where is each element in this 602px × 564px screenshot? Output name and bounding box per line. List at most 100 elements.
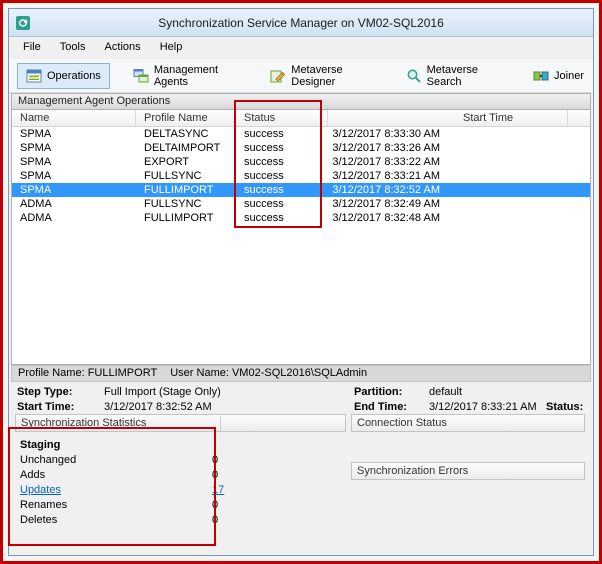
- management-agents-icon: [133, 68, 149, 84]
- table-row[interactable]: SPMA DELTASYNC success 3/12/2017 8:33:30…: [12, 127, 590, 141]
- synchronization-errors-title: Synchronization Errors: [357, 465, 469, 477]
- section-header-management-agent-operations: Management Agent Operations: [11, 93, 591, 110]
- cell-name: ADMA: [20, 198, 52, 210]
- cell-status: success: [244, 170, 284, 182]
- cell-profile: FULLSYNC: [144, 170, 202, 182]
- cell-profile: FULLSYNC: [144, 198, 202, 210]
- end-time-label: End Time:: [354, 401, 407, 413]
- table-row[interactable]: ADMA FULLSYNC success 3/12/2017 8:32:49 …: [12, 197, 590, 211]
- stat-value: 0: [212, 469, 219, 481]
- cell-status: success: [244, 212, 284, 224]
- cell-name: SPMA: [20, 142, 52, 154]
- statistics-panel-header: Synchronization Statistics: [15, 414, 346, 432]
- connection-status-panel: Connection Status Synchronization Errors: [351, 414, 585, 559]
- step-type-label: Step Type:: [17, 386, 73, 398]
- cell-profile: DELTASYNC: [144, 128, 209, 140]
- cell-profile: EXPORT: [144, 156, 190, 168]
- stat-row-unchanged: Unchanged 0: [15, 453, 346, 468]
- step-type-value: Full Import (Stage Only): [104, 386, 221, 398]
- menu-actions[interactable]: Actions: [97, 37, 149, 56]
- app-icon: [15, 15, 31, 31]
- stat-label: Adds: [20, 469, 46, 481]
- table-row[interactable]: SPMA FULLSYNC success 3/12/2017 8:33:21 …: [12, 169, 590, 183]
- cell-start: 3/12/2017 8:32:52 AM: [332, 184, 440, 196]
- updates-link[interactable]: Updates: [20, 484, 61, 496]
- partition-label: Partition:: [354, 386, 403, 398]
- toolbar-button-label: Metaverse Designer: [291, 63, 343, 88]
- app-window: Synchronization Service Manager on VM02-…: [8, 8, 594, 556]
- toolbar-button-metaverse-search[interactable]: Metaverse Search: [397, 59, 510, 93]
- cell-profile: FULLIMPORT: [144, 212, 214, 224]
- cell-name: SPMA: [20, 128, 52, 140]
- stat-row-updates: Updates 17: [15, 483, 346, 498]
- column-header-filler: [568, 110, 590, 126]
- cell-status: success: [244, 142, 284, 154]
- operations-icon: [26, 68, 42, 84]
- column-header-status[interactable]: Status: [236, 110, 328, 126]
- start-time-value: 3/12/2017 8:32:52 AM: [104, 401, 212, 413]
- grid-body: SPMA DELTASYNC success 3/12/2017 8:33:30…: [12, 127, 590, 225]
- operations-grid: Name Profile Name Status Start Time SPMA…: [11, 110, 591, 365]
- column-header-profile-name[interactable]: Profile Name: [136, 110, 236, 126]
- cell-start: 3/12/2017 8:32:48 AM: [332, 212, 440, 224]
- connection-status-title: Connection Status: [357, 417, 447, 429]
- stat-value: 0: [212, 514, 219, 526]
- toolbar: Operations Management Agents Metaverse D…: [9, 59, 593, 93]
- toolbar-button-operations[interactable]: Operations: [17, 62, 110, 89]
- toolbar-button-label: Operations: [47, 69, 101, 82]
- user-name-text: User Name: VM02-SQL2016\SQLAdmin: [170, 367, 368, 379]
- partition-value: default: [429, 386, 463, 398]
- status-label: Status:: [546, 401, 584, 413]
- menu-help[interactable]: Help: [152, 37, 191, 56]
- cell-status: success: [244, 156, 284, 168]
- cell-profile: FULLIMPORT: [144, 184, 214, 196]
- column-header-name[interactable]: Name: [12, 110, 136, 126]
- start-time-label: Start Time:: [17, 401, 75, 413]
- table-row[interactable]: ADMA FULLIMPORT success 3/12/2017 8:32:4…: [12, 211, 590, 225]
- cell-status: success: [244, 128, 284, 140]
- statistics-rows: Staging Unchanged 0 Adds 0 Updates 17 Re…: [15, 432, 346, 528]
- grid-header: Name Profile Name Status Start Time: [12, 110, 590, 127]
- stat-row-deletes: Deletes 0: [15, 513, 346, 528]
- synchronization-errors-header: Synchronization Errors: [351, 462, 585, 480]
- table-row[interactable]: SPMA EXPORT success 3/12/2017 8:33:22 AM: [12, 155, 590, 169]
- toolbar-button-label: Management Agents: [153, 63, 219, 88]
- screenshot-annotation-frame: Synchronization Service Manager on VM02-…: [0, 0, 602, 564]
- cell-start: 3/12/2017 8:32:49 AM: [332, 198, 440, 210]
- menu-tools[interactable]: Tools: [52, 37, 94, 56]
- profile-summary-bar: Profile Name: FULLIMPORT User Name: VM02…: [11, 365, 591, 382]
- cell-profile: DELTAIMPORT: [144, 142, 221, 154]
- menu-bar: File Tools Actions Help: [9, 37, 593, 59]
- metaverse-search-icon: [406, 68, 422, 84]
- profile-name-text: Profile Name: FULLIMPORT: [18, 367, 158, 379]
- cell-start: 3/12/2017 8:33:26 AM: [332, 142, 440, 154]
- stat-label: Unchanged: [20, 454, 77, 466]
- updates-count-link[interactable]: 17: [212, 483, 224, 498]
- title-bar: Synchronization Service Manager on VM02-…: [9, 9, 593, 37]
- cell-start: 3/12/2017 8:33:30 AM: [332, 128, 440, 140]
- metaverse-designer-icon: [270, 68, 286, 84]
- statistics-group-staging: Staging: [20, 439, 61, 451]
- connection-status-header: Connection Status: [351, 414, 585, 432]
- menu-file[interactable]: File: [15, 37, 49, 56]
- cell-start: 3/12/2017 8:33:21 AM: [332, 170, 440, 182]
- stat-row-adds: Adds 0: [15, 468, 346, 483]
- header-column-separator: [220, 416, 221, 430]
- stat-label: Deletes: [20, 514, 58, 526]
- toolbar-button-metaverse-designer[interactable]: Metaverse Designer: [261, 59, 382, 93]
- end-time-value: 3/12/2017 8:33:21 AM: [429, 401, 537, 413]
- table-row[interactable]: SPMA DELTAIMPORT success 3/12/2017 8:33:…: [12, 141, 590, 155]
- toolbar-button-label: Metaverse Search: [426, 63, 478, 88]
- cell-name: SPMA: [20, 170, 52, 182]
- joiner-icon: [533, 68, 549, 84]
- window-title: Synchronization Service Manager on VM02-…: [158, 15, 444, 30]
- toolbar-button-joiner[interactable]: Joiner: [524, 63, 593, 89]
- stat-label: Renames: [20, 499, 68, 511]
- toolbar-button-label: Joiner: [554, 69, 584, 82]
- cell-name: SPMA: [20, 156, 52, 168]
- cell-status: success: [244, 184, 284, 196]
- toolbar-button-management-agents[interactable]: Management Agents: [124, 59, 247, 93]
- column-header-start-time[interactable]: Start Time: [328, 110, 568, 126]
- table-row-selected[interactable]: SPMA FULLIMPORT success 3/12/2017 8:32:5…: [12, 183, 590, 197]
- statistics-panel-title: Synchronization Statistics: [21, 417, 147, 429]
